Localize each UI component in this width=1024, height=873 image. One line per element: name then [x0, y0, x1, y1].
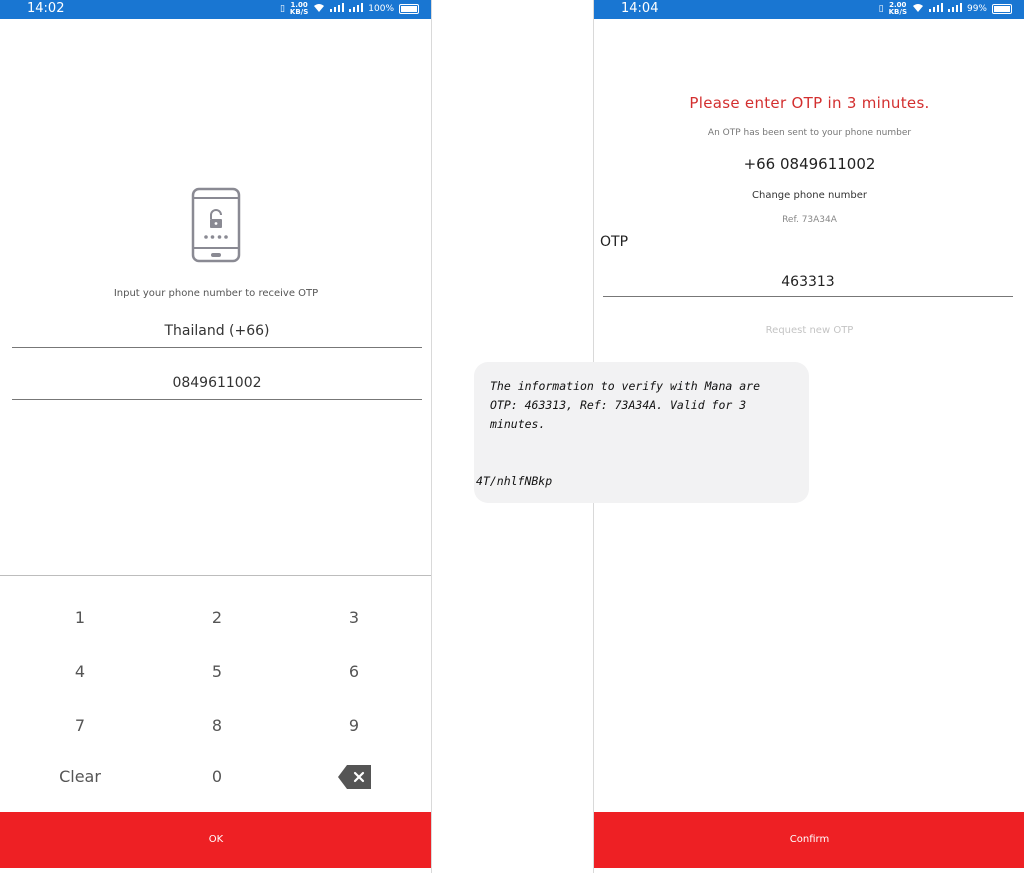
- backspace-icon[interactable]: [338, 765, 371, 789]
- confirm-button[interactable]: Confirm: [594, 812, 1024, 868]
- key-6[interactable]: 6: [304, 652, 404, 692]
- otp-sent-text: An OTP has been sent to your phone numbe…: [707, 128, 912, 138]
- wifi-icon: [912, 3, 924, 16]
- sms-hash-code: 4T/nhlfNBkp: [476, 474, 553, 488]
- key-0[interactable]: 0: [167, 757, 267, 797]
- request-new-otp-link[interactable]: Request new OTP: [594, 325, 1024, 336]
- key-1[interactable]: 1: [30, 598, 130, 638]
- key-8[interactable]: 8: [167, 706, 267, 746]
- key-4[interactable]: 4: [30, 652, 130, 692]
- wifi-icon: [313, 3, 325, 16]
- otp-phone-number: +66 0849611002: [743, 155, 876, 173]
- phone-entry-screen: 14:02 ▯ 1.00 KB/S 100% Input your phone …: [0, 0, 432, 873]
- signal-icon-2: [349, 3, 364, 15]
- net-speed: 1.00 KB/S: [290, 2, 308, 16]
- net-speed-unit: KB/S: [888, 8, 907, 16]
- otp-title: Please enter OTP in 3 minutes.: [689, 94, 930, 112]
- battery-percent: 99%: [966, 4, 987, 14]
- vibrate-icon: ▯: [878, 4, 884, 14]
- signal-icon: [330, 3, 345, 15]
- signal-icon: [928, 3, 943, 15]
- sms-message-bubble: The information to verify with Mana are …: [474, 362, 809, 503]
- battery-icon: [399, 4, 419, 14]
- status-time: 14:04: [621, 1, 659, 16]
- vibrate-icon: ▯: [279, 4, 285, 14]
- key-9[interactable]: 9: [304, 706, 404, 746]
- status-bar: 14:02 ▯ 1.00 KB/S 100%: [0, 0, 431, 19]
- net-speed-unit: KB/S: [289, 8, 309, 16]
- status-bar: 14:04 ▯ 2.00 KB/S 99%: [594, 0, 1024, 19]
- sms-message-text: The information to verify with Mana are …: [490, 379, 761, 431]
- phone-number-field[interactable]: 0849611002: [12, 375, 422, 400]
- phone-prompt: Input your phone number to receive OTP: [113, 288, 319, 299]
- signal-icon-2: [947, 3, 962, 15]
- key-5[interactable]: 5: [167, 652, 267, 692]
- numeric-keypad: 1 2 3 4 5 6 7 8 9 Clear 0: [0, 575, 431, 811]
- status-time: 14:02: [27, 1, 65, 16]
- ref-code: Ref. 73A34A: [782, 215, 837, 225]
- ok-button[interactable]: OK: [0, 812, 431, 868]
- clear-key[interactable]: Clear: [30, 757, 130, 797]
- phone-lock-icon: [191, 187, 241, 263]
- otp-label: OTP: [600, 234, 629, 250]
- status-icons: ▯ 2.00 KB/S 99%: [879, 2, 1012, 16]
- key-7[interactable]: 7: [30, 706, 130, 746]
- change-phone-link[interactable]: Change phone number: [594, 190, 1024, 201]
- key-2[interactable]: 2: [167, 598, 267, 638]
- battery-icon: [992, 4, 1012, 14]
- country-selector[interactable]: Thailand (+66): [12, 323, 422, 348]
- otp-input[interactable]: [603, 274, 1013, 297]
- net-speed: 2.00 KB/S: [889, 2, 907, 16]
- key-3[interactable]: 3: [304, 598, 404, 638]
- battery-percent: 100%: [368, 4, 394, 14]
- status-icons: ▯ 1.00 KB/S 100%: [280, 2, 419, 16]
